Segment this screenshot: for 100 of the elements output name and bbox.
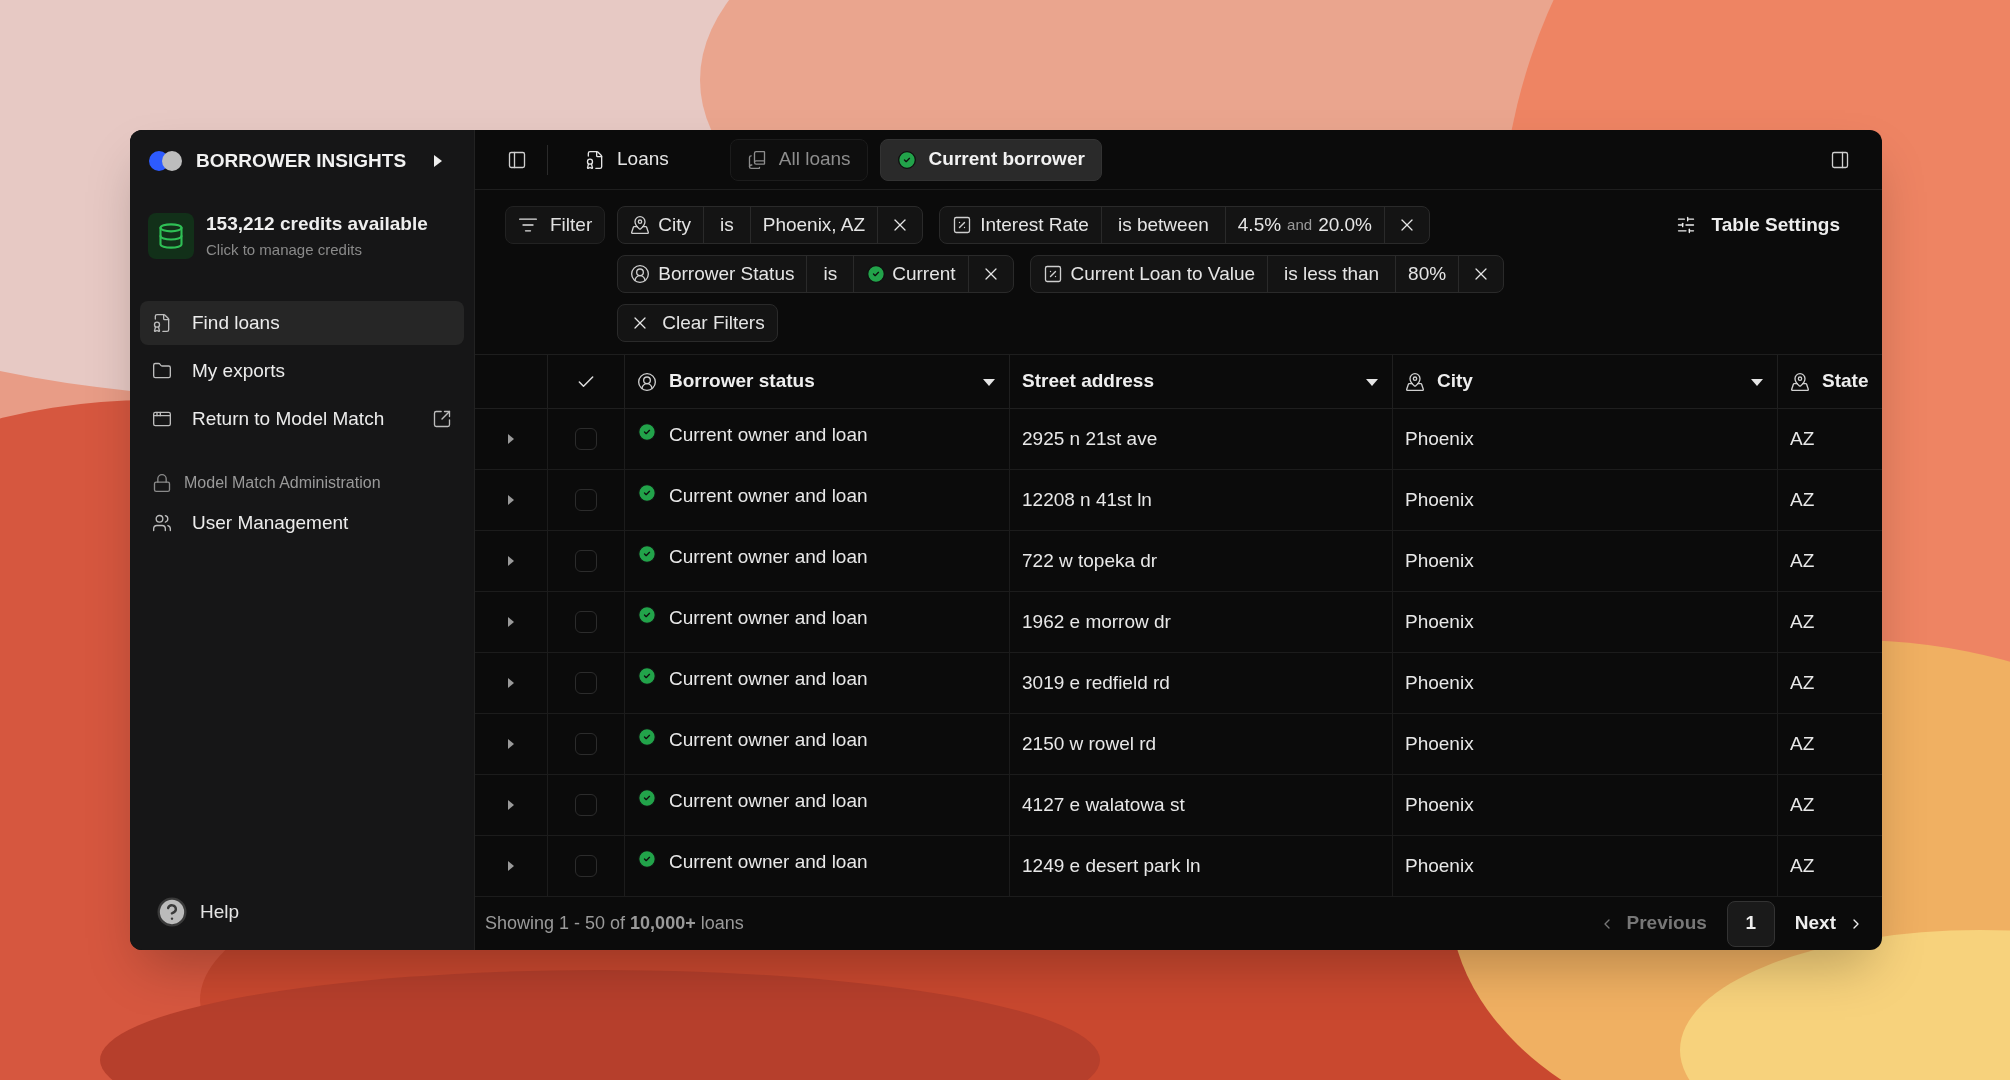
- user-icon: [630, 264, 651, 284]
- map-pin-icon: [630, 215, 651, 235]
- column-header[interactable]: City: [1393, 355, 1778, 408]
- filter-field[interactable]: Borrower Status: [658, 259, 795, 289]
- nav-label[interactable]: Find loans: [192, 308, 280, 338]
- logo-icon: [148, 150, 184, 172]
- sliders-icon: [1675, 215, 1696, 235]
- check-circle-icon: [637, 788, 657, 808]
- expand-arrow-icon[interactable]: [432, 153, 444, 169]
- column-label: Borrower status: [669, 369, 815, 394]
- clear-filters-button[interactable]: Clear Filters: [617, 304, 778, 342]
- tab[interactable]: All loans: [729, 138, 868, 181]
- table-cell-text: AZ: [1790, 426, 1815, 451]
- nav-label[interactable]: My exports: [192, 356, 285, 386]
- table-cell-text: 1962 e morrow dr: [1022, 609, 1171, 634]
- percent-icon: [1042, 264, 1063, 284]
- nav-label[interactable]: Return to Model Match: [192, 404, 385, 434]
- table-row[interactable]: Current owner and loan 1962 e morrow dr Phoenix AZ: [475, 592, 1882, 653]
- status-text: Current owner and loan: [669, 484, 868, 508]
- filter-operator[interactable]: is between: [1117, 210, 1209, 240]
- filter-value[interactable]: Phoenix, AZ: [762, 210, 866, 240]
- column-label: State: [1822, 369, 1869, 394]
- status-text: Current owner and loan: [669, 789, 868, 813]
- row-checkbox[interactable]: [575, 611, 597, 633]
- filter-button[interactable]: Filter: [505, 206, 606, 244]
- status-text: Current owner and loan: [669, 667, 868, 691]
- percent-icon: [952, 215, 973, 235]
- status-text: Current owner and loan: [669, 850, 868, 874]
- help-link[interactable]: Help: [140, 896, 464, 928]
- table-cell-text: AZ: [1790, 487, 1815, 512]
- check-circle-icon: [637, 666, 657, 686]
- map-pin-icon: [1790, 371, 1810, 392]
- check-circle-icon: [637, 422, 657, 442]
- check-circle-icon: [637, 849, 657, 869]
- folder-icon: [152, 361, 172, 381]
- column-label: City: [1437, 369, 1473, 394]
- check-circle-icon: [866, 264, 887, 284]
- table-cell-text: AZ: [1790, 548, 1815, 573]
- results-summary: Showing 1 - 50 of 10,000+ loans: [485, 912, 744, 935]
- filter-field[interactable]: Interest Rate: [980, 210, 1089, 240]
- nav-item[interactable]: User Management: [140, 501, 464, 545]
- coins-icon: [157, 221, 185, 250]
- section-title: Model Match Administration: [184, 473, 381, 493]
- filter-value[interactable]: 80%: [1408, 259, 1447, 289]
- document-icon: [585, 149, 605, 170]
- status-text: Current owner and loan: [669, 423, 868, 447]
- table-row[interactable]: Current owner and loan 1249 e desert park ln Phoenix AZ: [475, 836, 1882, 897]
- users-icon: [152, 513, 172, 533]
- row-checkbox[interactable]: [575, 428, 597, 450]
- filter-value[interactable]: 20.0%: [1318, 210, 1372, 240]
- next-button[interactable]: Next: [1794, 909, 1864, 938]
- filter-operator[interactable]: is less than: [1284, 259, 1380, 289]
- table-cell-text: 3019 e redfield rd: [1022, 670, 1170, 695]
- check-circle-icon: [637, 483, 657, 503]
- column-header[interactable]: Borrower status: [625, 355, 1010, 408]
- table-cell-text: 2925 n 21st ave: [1022, 426, 1158, 451]
- row-checkbox[interactable]: [575, 733, 597, 755]
- row-checkbox[interactable]: [575, 550, 597, 572]
- status-text: Current owner and loan: [669, 545, 868, 569]
- tab[interactable]: Current borrower: [879, 138, 1102, 181]
- table-settings-button[interactable]: Table Settings: [1663, 206, 1852, 244]
- nav-label[interactable]: User Management: [192, 508, 349, 538]
- column-header[interactable]: Street address: [1010, 355, 1393, 408]
- nav-item[interactable]: Return to Model Match: [140, 397, 464, 441]
- nav-item[interactable]: Find loans: [140, 301, 464, 345]
- filter-value[interactable]: Current: [892, 259, 956, 289]
- status-text: Current owner and loan: [669, 606, 868, 630]
- row-checkbox[interactable]: [575, 855, 597, 877]
- row-checkbox[interactable]: [575, 489, 597, 511]
- table-row[interactable]: Current owner and loan 3019 e redfield rd Phoenix AZ: [475, 653, 1882, 714]
- table-cell-text: Phoenix: [1405, 487, 1474, 512]
- filter-value[interactable]: 4.5%: [1237, 210, 1282, 240]
- table-row[interactable]: Current owner and loan 4127 e walatowa st Phoenix AZ: [475, 775, 1882, 836]
- sidebar-toggle-icon[interactable]: [507, 149, 527, 170]
- table-row[interactable]: Current owner and loan 2150 w rowel rd Phoenix AZ: [475, 714, 1882, 775]
- app-title: BORROWER INSIGHTS: [196, 148, 407, 173]
- row-checkbox[interactable]: [575, 794, 597, 816]
- credits-panel[interactable]: 153,212 credits available Click to manage credits: [140, 210, 464, 261]
- filter-field[interactable]: City: [658, 210, 691, 240]
- filter-field[interactable]: Current Loan to Value: [1070, 259, 1256, 289]
- table-cell-text: Phoenix: [1405, 853, 1474, 878]
- nav-item[interactable]: My exports: [140, 349, 464, 393]
- page-button[interactable]: 1: [1726, 900, 1775, 947]
- check-circle-icon: [637, 544, 657, 564]
- table-row[interactable]: Current owner and loan 2925 n 21st ave Phoenix AZ: [475, 409, 1882, 470]
- panel-toggle-icon[interactable]: [1830, 149, 1850, 170]
- table-row[interactable]: Current owner and loan 722 w topeka dr Phoenix AZ: [475, 531, 1882, 592]
- lock-icon: [152, 473, 172, 493]
- filter-operator[interactable]: is: [719, 210, 734, 240]
- external-link-icon: [432, 409, 452, 429]
- check-circle-icon: [637, 605, 657, 625]
- user-icon: [637, 371, 657, 392]
- filter-operator[interactable]: is: [823, 259, 838, 289]
- column-header[interactable]: State: [1778, 355, 1882, 408]
- table-cell-text: Phoenix: [1405, 792, 1474, 817]
- row-checkbox[interactable]: [575, 672, 597, 694]
- check-circle-icon: [637, 727, 657, 747]
- tab[interactable]: Loans: [568, 138, 686, 181]
- table-row[interactable]: Current owner and loan 12208 n 41st ln Phoenix AZ: [475, 470, 1882, 531]
- table-cell-text: 4127 e walatowa st: [1022, 792, 1185, 817]
